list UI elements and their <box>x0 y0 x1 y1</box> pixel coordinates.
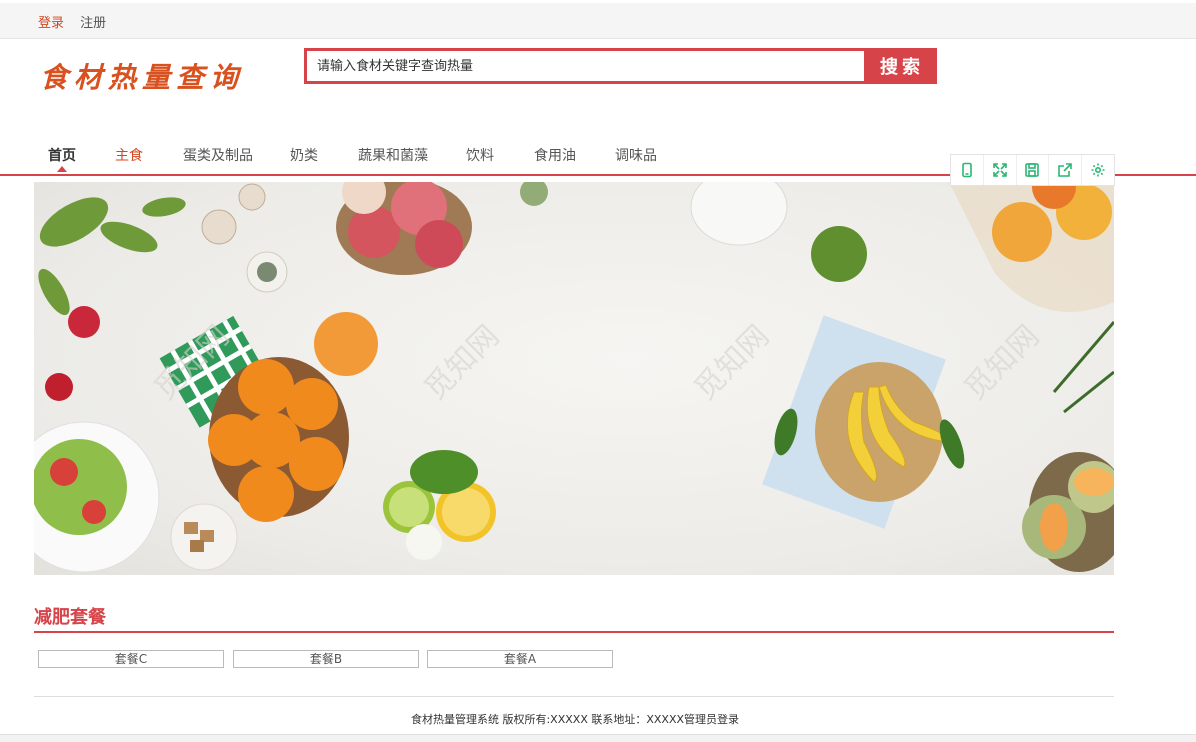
search-input[interactable] <box>304 48 867 84</box>
nav-item-staple[interactable]: 主食 <box>115 145 143 165</box>
login-link[interactable]: 登录 <box>38 16 64 31</box>
site-logo[interactable]: 食材热量查询 <box>40 56 244 96</box>
section-divider <box>34 631 1114 633</box>
watermark-3: 觅知网 <box>688 319 776 407</box>
nav-item-seasoning[interactable]: 调味品 <box>615 145 657 165</box>
expand-icon[interactable] <box>984 155 1017 185</box>
diet-section-title: 减肥套餐 <box>34 607 106 628</box>
settings-icon[interactable] <box>1082 155 1114 185</box>
nav-item-vegetables[interactable]: 蔬果和菌藻 <box>358 145 428 165</box>
footer-divider <box>34 696 1114 697</box>
watermark-2: 觅知网 <box>418 319 506 407</box>
search-bar: 搜索 <box>304 48 937 84</box>
floating-toolbox <box>950 154 1115 186</box>
nav-item-eggs[interactable]: 蛋类及制品 <box>183 145 253 165</box>
watermark-4: 觅知网 <box>958 319 1046 407</box>
nav-item-drinks[interactable]: 饮料 <box>466 145 494 165</box>
package-b-button[interactable]: 套餐B <box>233 650 419 668</box>
nav-active-caret <box>57 166 67 172</box>
admin-login-link[interactable]: 管理员登录 <box>684 713 739 726</box>
footer-copyright: 食材热量管理系统 版权所有:XXXXX 联系地址：XXXXX <box>410 713 685 726</box>
nav-item-oil[interactable]: 食用油 <box>534 145 576 165</box>
bottom-bar <box>0 734 1196 742</box>
save-icon[interactable] <box>1017 155 1050 185</box>
package-a-button[interactable]: 套餐A <box>427 650 613 668</box>
package-c-button[interactable]: 套餐C <box>38 650 224 668</box>
hero-banner: 觅知网 觅知网 觅知网 觅知网 <box>34 182 1114 575</box>
footer: 食材热量管理系统 版权所有:XXXXX 联系地址：XXXXX管理员登录 <box>0 711 1150 727</box>
share-icon[interactable] <box>1049 155 1083 185</box>
phone-icon[interactable] <box>951 155 984 185</box>
nav-item-dairy[interactable]: 奶类 <box>290 145 318 165</box>
fruit-table-image: 觅知网 觅知网 觅知网 觅知网 <box>34 182 1114 573</box>
top-bar: 登录 注册 <box>0 3 1196 39</box>
nav-item-home[interactable]: 首页 <box>48 145 76 165</box>
search-button[interactable]: 搜索 <box>867 48 937 84</box>
register-link[interactable]: 注册 <box>80 16 106 31</box>
